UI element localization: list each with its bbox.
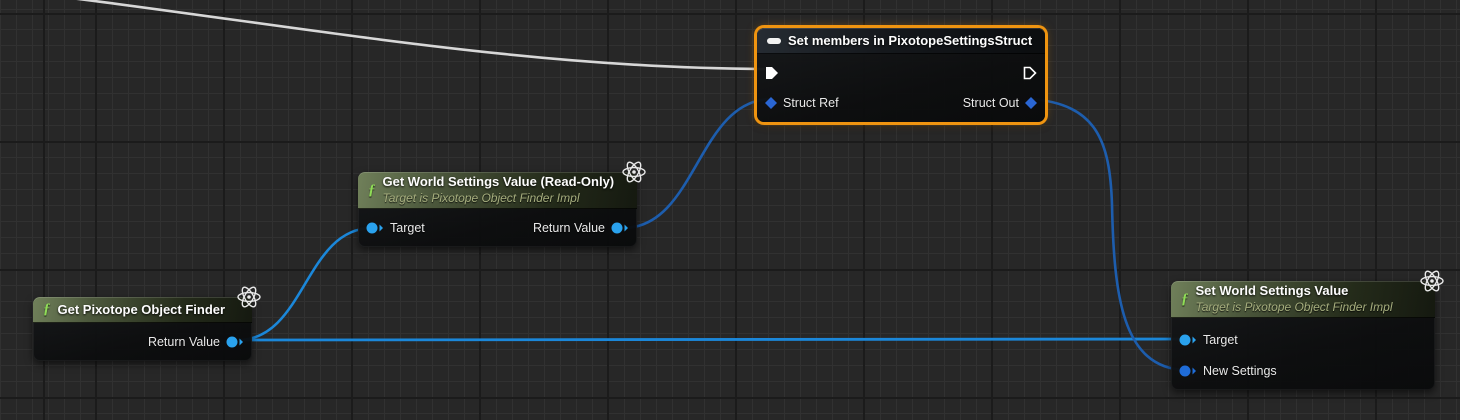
function-icon: ƒ — [368, 182, 376, 199]
struct-out-pin[interactable]: Struct Out — [963, 96, 1037, 110]
node-set-world-settings-value[interactable]: ƒ Set World Settings Value Target is Pix… — [1171, 281, 1435, 390]
node-set-members-in-pixotopesettingsstruct[interactable]: Set members in PixotopeSettingsStruct St… — [757, 28, 1045, 122]
struct-ref-pin[interactable]: Struct Ref — [765, 96, 839, 110]
object-pin-icon — [226, 336, 244, 348]
node-subtitle: Target is Pixotope Object Finder Impl — [383, 191, 615, 206]
atom-icon — [236, 284, 262, 310]
target-pin[interactable]: Target — [366, 221, 425, 235]
return-value-pin[interactable]: Return Value — [148, 335, 244, 349]
atom-icon — [1419, 268, 1445, 294]
exec-in-icon — [765, 66, 779, 80]
node-title: Get World Settings Value (Read-Only) — [383, 174, 615, 190]
node-header[interactable]: ƒ Set World Settings Value Target is Pix… — [1171, 281, 1435, 318]
pin-label: Struct Out — [963, 96, 1019, 110]
pill-icon — [767, 38, 781, 44]
node-header[interactable]: ƒ Get Pixotope Object Finder — [33, 297, 252, 323]
struct-wire-structout-to-newsettings[interactable] — [1031, 99, 1185, 370]
node-header[interactable]: Set members in PixotopeSettingsStruct — [757, 28, 1045, 54]
exec-wire[interactable] — [0, 0, 765, 69]
object-pin-icon — [1179, 334, 1197, 346]
node-get-pixotope-object-finder[interactable]: ƒ Get Pixotope Object Finder Return Valu… — [33, 297, 252, 361]
blueprint-graph-canvas[interactable]: { "editor": {"kind": "unreal-blueprint-g… — [0, 0, 1460, 420]
exec-out-icon — [1023, 66, 1037, 80]
diamond-pin-icon — [1025, 97, 1037, 109]
pin-label: Return Value — [533, 221, 605, 235]
target-pin[interactable]: Target — [1179, 333, 1238, 347]
exec-in-pin[interactable] — [765, 66, 779, 80]
object-pin-icon — [611, 222, 629, 234]
object-pin-icon — [366, 222, 384, 234]
object-wire-finder-to-setworldsettings[interactable] — [238, 339, 1185, 340]
struct-pin-icon — [1179, 365, 1197, 377]
node-get-world-settings-value[interactable]: ƒ Get World Settings Value (Read-Only) T… — [358, 172, 637, 247]
function-icon: ƒ — [43, 301, 51, 318]
new-settings-pin[interactable]: New Settings — [1179, 364, 1277, 378]
exec-out-pin[interactable] — [1023, 66, 1037, 80]
node-title: Get Pixotope Object Finder — [58, 302, 226, 317]
node-title: Set World Settings Value — [1196, 283, 1393, 299]
return-value-pin[interactable]: Return Value — [533, 221, 629, 235]
node-title: Set members in PixotopeSettingsStruct — [788, 33, 1032, 48]
function-icon: ƒ — [1181, 291, 1189, 308]
node-subtitle: Target is Pixotope Object Finder Impl — [1196, 300, 1393, 315]
pin-label: Struct Ref — [783, 96, 839, 110]
atom-icon — [621, 159, 647, 185]
node-header[interactable]: ƒ Get World Settings Value (Read-Only) T… — [358, 172, 637, 209]
pin-label: New Settings — [1203, 364, 1277, 378]
diamond-pin-icon — [765, 97, 777, 109]
pin-label: Target — [390, 221, 425, 235]
pin-label: Return Value — [148, 335, 220, 349]
pin-label: Target — [1203, 333, 1238, 347]
